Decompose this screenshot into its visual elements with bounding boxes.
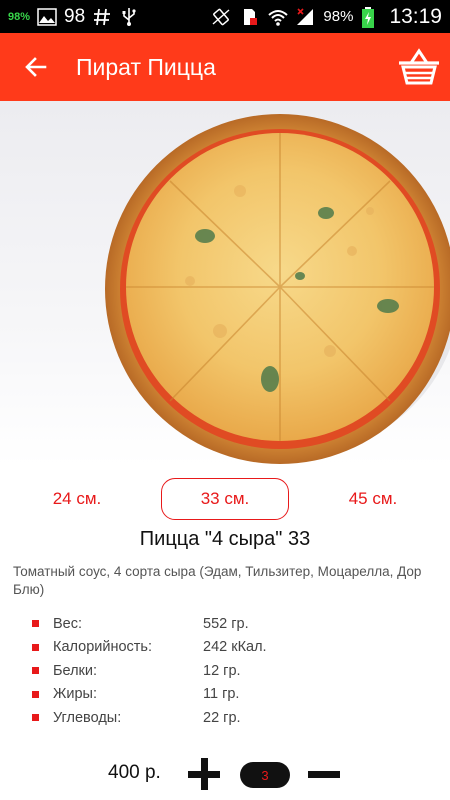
arrow-left-icon [25,57,47,77]
nutrition-value: 22 гр. [203,709,241,726]
size-option-45[interactable]: 45 см. [318,478,428,520]
status-bar: 98% 98 98% 13:19 [0,0,450,33]
product-description: Томатный соус, 4 сорта сыра (Эдам, Тильз… [13,564,422,597]
wifi-icon [267,7,289,27]
nutrition-value: 552 гр. [203,615,249,632]
bullet [32,620,39,628]
size-option-24[interactable]: 24 см. [22,478,132,520]
order-bar: 400 р. 3 [0,752,450,798]
battery-percent: 98% [323,8,354,25]
battery-charging-icon [361,6,381,28]
minus-icon [308,771,340,778]
basket-icon [399,48,439,85]
product-image [0,101,450,466]
price: 400 р. [108,762,161,783]
list-item: Углеводы: 22 гр. [32,706,412,730]
list-item: Калорийность: 242 кКал. [32,636,412,660]
plus-icon-stem [200,758,208,790]
nutrition-label: Вес: [53,615,83,632]
bullet [32,667,39,675]
bullet [32,643,39,651]
nutrition-value: 11 гр. [203,686,240,703]
nutrition-label: Жиры: [53,686,98,703]
bullet [32,714,39,722]
quantity-badge: 3 [240,762,290,788]
bullet [32,690,39,698]
nutrition-value: 12 гр. [203,662,241,679]
gallery-icon [37,7,57,27]
sim-icon [239,7,259,27]
nutrition-list: Вес: 552 гр. Калорийность: 242 кКал. Бел… [32,612,412,730]
clock: 13:19 [389,4,442,28]
hash-icon [92,7,112,27]
list-item: Вес: 552 гр. [32,612,412,636]
product-name: Пицца "4 сыра" 33 [139,528,311,550]
increase-quantity-button[interactable] [186,756,222,792]
size-selector: 24 см. 33 см. 45 см. [0,478,450,522]
notification-count: 98 [64,5,86,27]
nutrition-label: Углеводы: [53,709,122,726]
nutrition-label: Калорийность: [53,639,153,656]
list-item: Жиры: 11 гр. [32,683,412,707]
list-item: Белки: 12 гр. [32,659,412,683]
signal-icon [295,7,315,27]
page-title: Пират Пицца [76,53,216,80]
usb-icon [119,7,139,27]
decrease-quantity-button[interactable] [306,756,342,792]
app-bar: Пират Пицца [0,33,450,101]
nutrition-label: Белки: [53,662,98,679]
pizza-image [105,114,450,464]
vibrate-icon [211,7,231,27]
back-button[interactable] [10,33,62,101]
size-option-33-selected[interactable]: 33 см. [161,478,289,520]
cart-button[interactable] [388,33,450,101]
nutrition-value: 242 кКал. [203,639,267,656]
battery-small-text: 98% [8,10,31,23]
